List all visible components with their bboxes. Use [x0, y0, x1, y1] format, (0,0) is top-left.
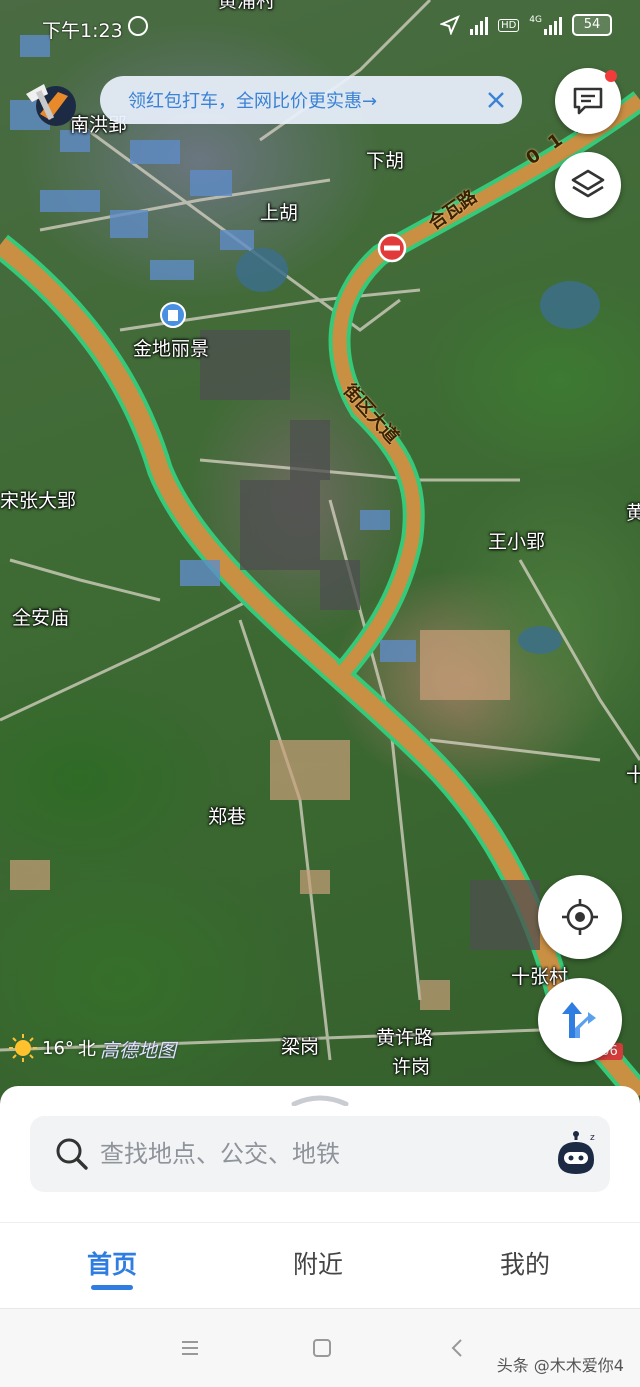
network-type-label: 4G — [529, 15, 542, 25]
svg-text:z: z — [590, 1133, 595, 1143]
crosshair-icon — [562, 899, 598, 935]
place-label[interactable]: 许岗 — [392, 1052, 430, 1079]
home-icon[interactable] — [310, 1337, 334, 1359]
active-tab-indicator — [91, 1285, 133, 1290]
place-label[interactable]: 十 — [626, 760, 640, 787]
poi-marker-icon[interactable] — [160, 302, 186, 328]
credit-watermark: 头条 @木木爱你4 — [496, 1356, 624, 1375]
place-label[interactable]: 上胡 — [260, 198, 298, 225]
route-arrow-icon — [562, 1002, 596, 1038]
weather-wind: 北 — [77, 1039, 96, 1060]
tab-mine[interactable]: 我的 — [465, 1245, 585, 1281]
user-avatar-icon[interactable] — [18, 74, 80, 130]
place-label[interactable]: 金地丽景 — [133, 334, 209, 361]
menu-icon[interactable] — [178, 1337, 202, 1359]
place-label[interactable]: 郑巷 — [208, 802, 246, 829]
place-label[interactable]: 梁岗 — [281, 1032, 319, 1059]
battery-icon: 54 — [572, 14, 612, 36]
signal-strength-4g-icon: 4G — [529, 15, 562, 35]
place-label[interactable]: 黄许路 — [376, 1023, 433, 1050]
my-location-button[interactable] — [538, 875, 622, 959]
route-navigation-button[interactable] — [538, 978, 622, 1062]
close-icon[interactable] — [484, 88, 508, 112]
status-bar: 下午1:23 HD 4G 54 — [0, 0, 640, 56]
battery-level: 54 — [583, 17, 601, 32]
promo-text[interactable]: 领红包打车，全网比价更实惠→ — [128, 87, 377, 113]
search-icon — [56, 1138, 88, 1170]
brand-watermark: 高德地图 — [100, 1040, 177, 1062]
weather-temp: 16° — [42, 1037, 74, 1059]
weather-widget[interactable]: 16° 北 — [8, 1033, 96, 1063]
status-time: 下午1:23 — [42, 20, 123, 42]
location-arrow-icon — [440, 15, 461, 35]
promo-banner[interactable]: 领红包打车，全网比价更实惠→ — [100, 76, 522, 124]
place-label[interactable]: 王小郢 — [488, 527, 545, 554]
drag-handle-icon[interactable] — [290, 1094, 350, 1106]
layers-icon — [571, 169, 605, 198]
tab-nearby[interactable]: 附近 — [258, 1245, 378, 1281]
alarm-icon — [128, 16, 148, 36]
chat-bubble-icon — [573, 87, 603, 115]
voice-assistant-icon[interactable]: z — [552, 1130, 600, 1178]
search-input[interactable] — [100, 1134, 520, 1174]
place-label[interactable]: 全安庙 — [12, 603, 69, 630]
map-layers-button[interactable] — [555, 152, 621, 218]
sun-icon — [9, 1034, 37, 1062]
back-icon[interactable] — [446, 1337, 470, 1359]
tab-home[interactable]: 首页 — [52, 1245, 172, 1281]
signal-strength-icon — [470, 15, 489, 35]
place-label[interactable]: 下胡 — [366, 146, 404, 173]
place-label[interactable]: 黄 — [626, 498, 640, 525]
tab-bar: 首页 附近 我的 — [0, 1222, 640, 1308]
no-entry-icon — [377, 233, 407, 263]
hd-badge: HD — [498, 18, 520, 32]
search-bar[interactable]: z — [30, 1116, 610, 1192]
notification-dot — [605, 70, 617, 82]
place-label[interactable]: 宋张大郢 — [0, 486, 76, 513]
